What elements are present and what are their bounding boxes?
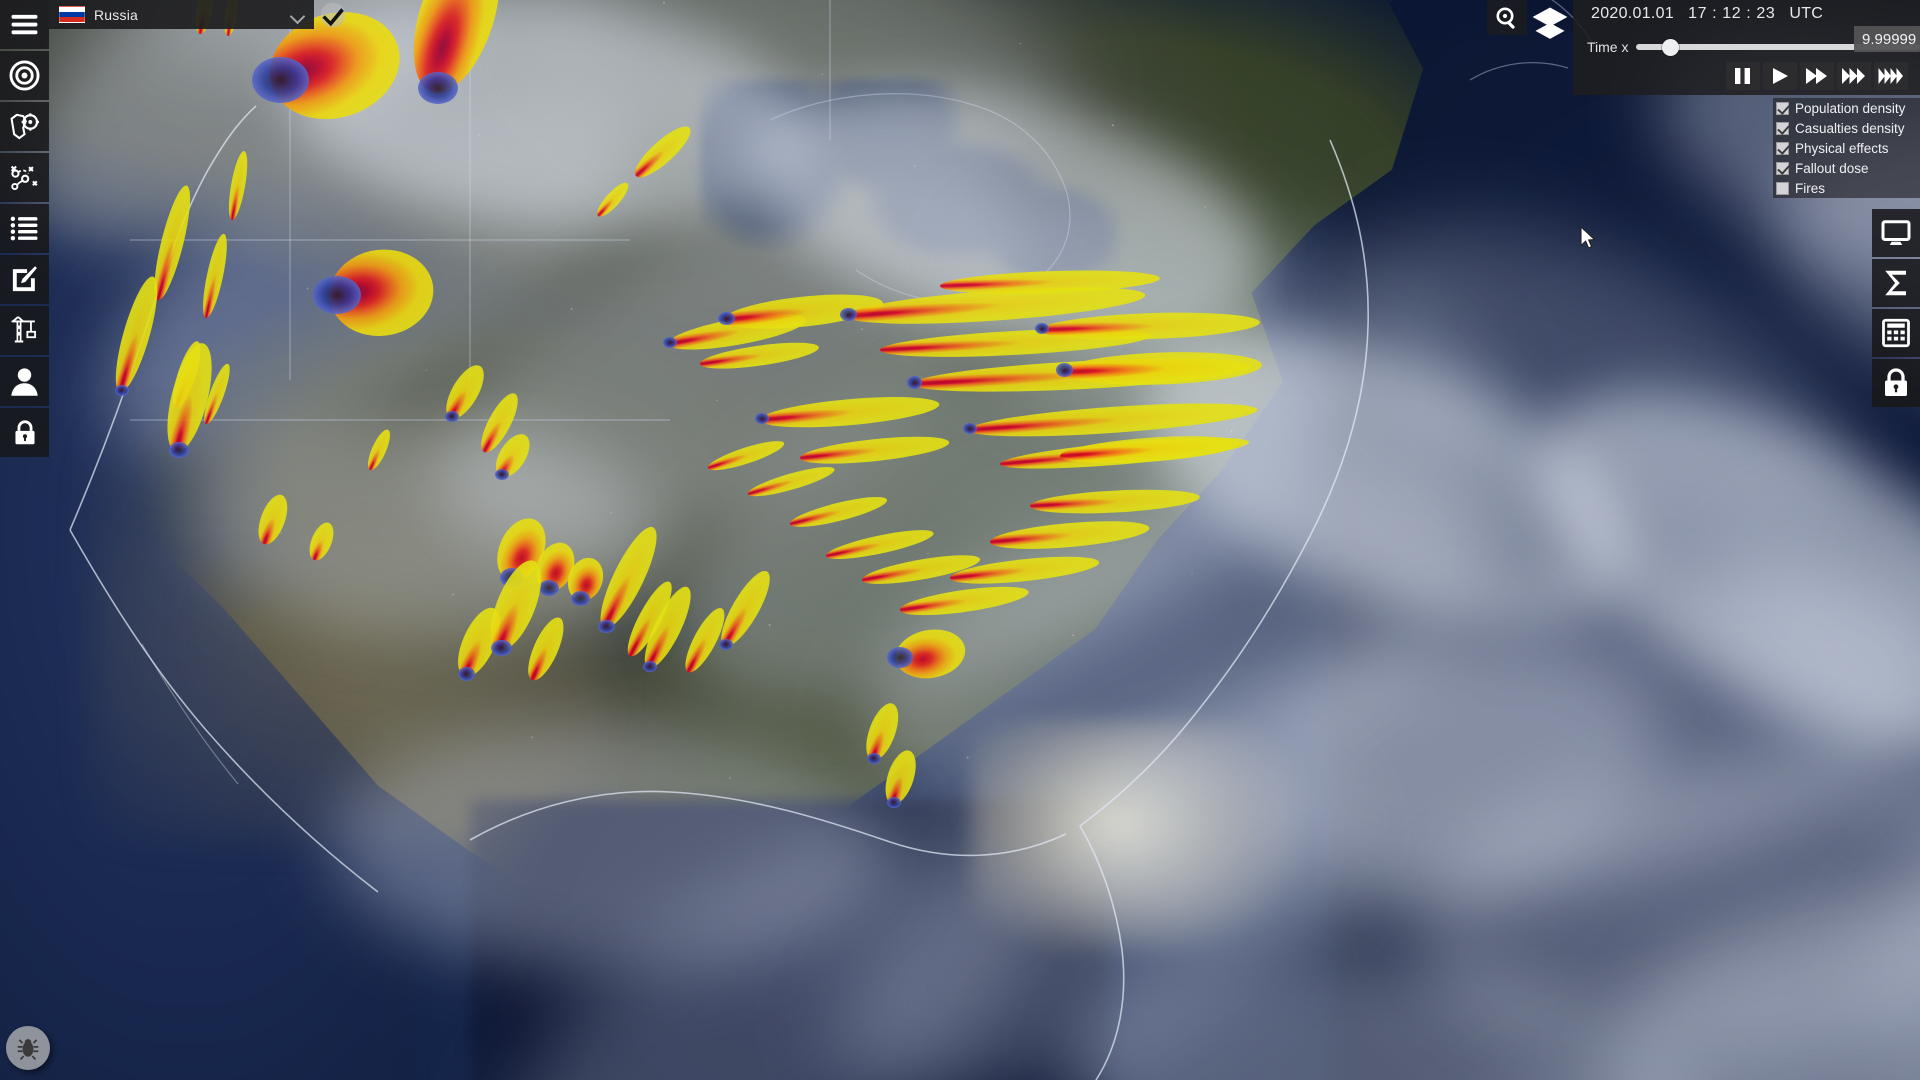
statistics-button[interactable] — [1872, 259, 1920, 307]
legend-row-population-density[interactable]: Population density — [1773, 98, 1920, 118]
legend-row-fires[interactable]: Fires — [1773, 178, 1920, 198]
zoom-button[interactable] — [1487, 0, 1527, 35]
country-name-label: Russia — [94, 6, 138, 23]
hamburger-menu-icon — [11, 14, 38, 35]
sigma-statistics-icon — [1885, 270, 1906, 296]
play-icon — [1773, 68, 1788, 84]
time-speed-label: Time x — [1587, 39, 1629, 55]
app-root: Russia 2020.01.01 17 : 12 : 23 UTC Time … — [0, 0, 1920, 1080]
sidebar-item-strategy[interactable] — [0, 153, 49, 202]
simulation-clock: 2020.01.01 17 : 12 : 23 UTC — [1591, 5, 1823, 23]
russia-flag-icon — [59, 6, 85, 23]
layer-legend: Population density Casualties density Phys… — [1773, 98, 1920, 198]
clock-date: 2020.01.01 — [1591, 5, 1675, 22]
sidebar-item-editor[interactable] — [0, 255, 49, 304]
checkbox-casualties-density[interactable] — [1776, 121, 1789, 135]
crane-construction-icon — [11, 316, 36, 343]
fast-forward-4x-button[interactable] — [1874, 62, 1908, 90]
sidebar-item-list[interactable] — [0, 204, 49, 253]
sidebar-item-user[interactable] — [0, 357, 49, 406]
sidebar-item-country-targeting[interactable] — [0, 102, 49, 151]
legend-row-casualties-density[interactable]: Casualties density — [1773, 118, 1920, 138]
fast-forward-3x-icon — [1842, 68, 1865, 84]
left-toolbar — [0, 0, 49, 459]
calculator-grid-icon — [1882, 318, 1910, 348]
slider-thumb[interactable] — [1662, 38, 1679, 56]
right-toolbar — [1872, 209, 1920, 409]
legend-row-physical-effects[interactable]: Physical effects — [1773, 138, 1920, 158]
checkbox-fallout-dose[interactable] — [1776, 161, 1789, 175]
legend-label: Physical effects — [1795, 140, 1889, 156]
country-crosshair-icon — [10, 113, 39, 140]
legend-label: Fallout dose — [1795, 160, 1869, 176]
sidebar-item-lock[interactable] — [0, 408, 49, 457]
fast-forward-2x-button[interactable] — [1800, 62, 1834, 90]
checkbox-population-density[interactable] — [1776, 101, 1789, 115]
legend-row-fallout-dose[interactable]: Fallout dose — [1773, 158, 1920, 178]
checkbox-physical-effects[interactable] — [1776, 141, 1789, 155]
pause-icon — [1735, 68, 1750, 84]
lock-icon — [1885, 368, 1907, 396]
time-control-panel: 2020.01.01 17 : 12 : 23 UTC Time x 9.999… — [1573, 0, 1920, 95]
sidebar-item-build[interactable] — [0, 306, 49, 355]
legend-label: Fires — [1795, 180, 1825, 196]
fast-forward-4x-icon — [1878, 68, 1903, 84]
play-button[interactable] — [1763, 62, 1797, 90]
transport-controls — [1726, 62, 1908, 90]
checkbox-fires[interactable] — [1776, 181, 1789, 195]
bug-debug-icon — [17, 1039, 39, 1060]
monitor-display-icon — [1881, 220, 1911, 245]
time-speed-value[interactable]: 9.99999 — [1854, 26, 1920, 52]
chevron-down-icon[interactable] — [290, 8, 304, 22]
target-bullseye-icon — [9, 60, 40, 91]
checkmark-icon — [320, 2, 346, 27]
strategy-tactics-icon — [10, 165, 38, 191]
legend-label: Population density — [1795, 100, 1906, 116]
lock-button[interactable] — [1872, 359, 1920, 407]
clock-timezone: UTC — [1789, 5, 1824, 22]
fast-forward-2x-icon — [1806, 68, 1827, 84]
layers-button[interactable] — [1527, 0, 1573, 46]
lock-icon — [14, 419, 35, 444]
confirm-country-button[interactable] — [318, 0, 348, 29]
coastlines-and-borders — [0, 0, 1920, 1080]
layers-stack-icon — [1532, 7, 1568, 39]
pause-button[interactable] — [1726, 62, 1760, 90]
list-icon — [10, 216, 38, 241]
globe-view[interactable] — [0, 0, 1920, 1080]
edit-pencil-icon — [12, 266, 37, 292]
display-button[interactable] — [1872, 209, 1920, 257]
person-user-icon — [11, 368, 38, 396]
clock-time: 17 : 12 : 23 — [1688, 5, 1776, 22]
calculator-button[interactable] — [1872, 309, 1920, 357]
sidebar-item-menu[interactable] — [0, 0, 49, 49]
zoom-magnifier-icon — [1496, 7, 1515, 29]
country-selector[interactable]: Russia — [49, 0, 314, 29]
sidebar-item-targets[interactable] — [0, 51, 49, 100]
legend-label: Casualties density — [1795, 120, 1905, 136]
fast-forward-3x-button[interactable] — [1837, 62, 1871, 90]
debug-button[interactable] — [6, 1026, 50, 1070]
